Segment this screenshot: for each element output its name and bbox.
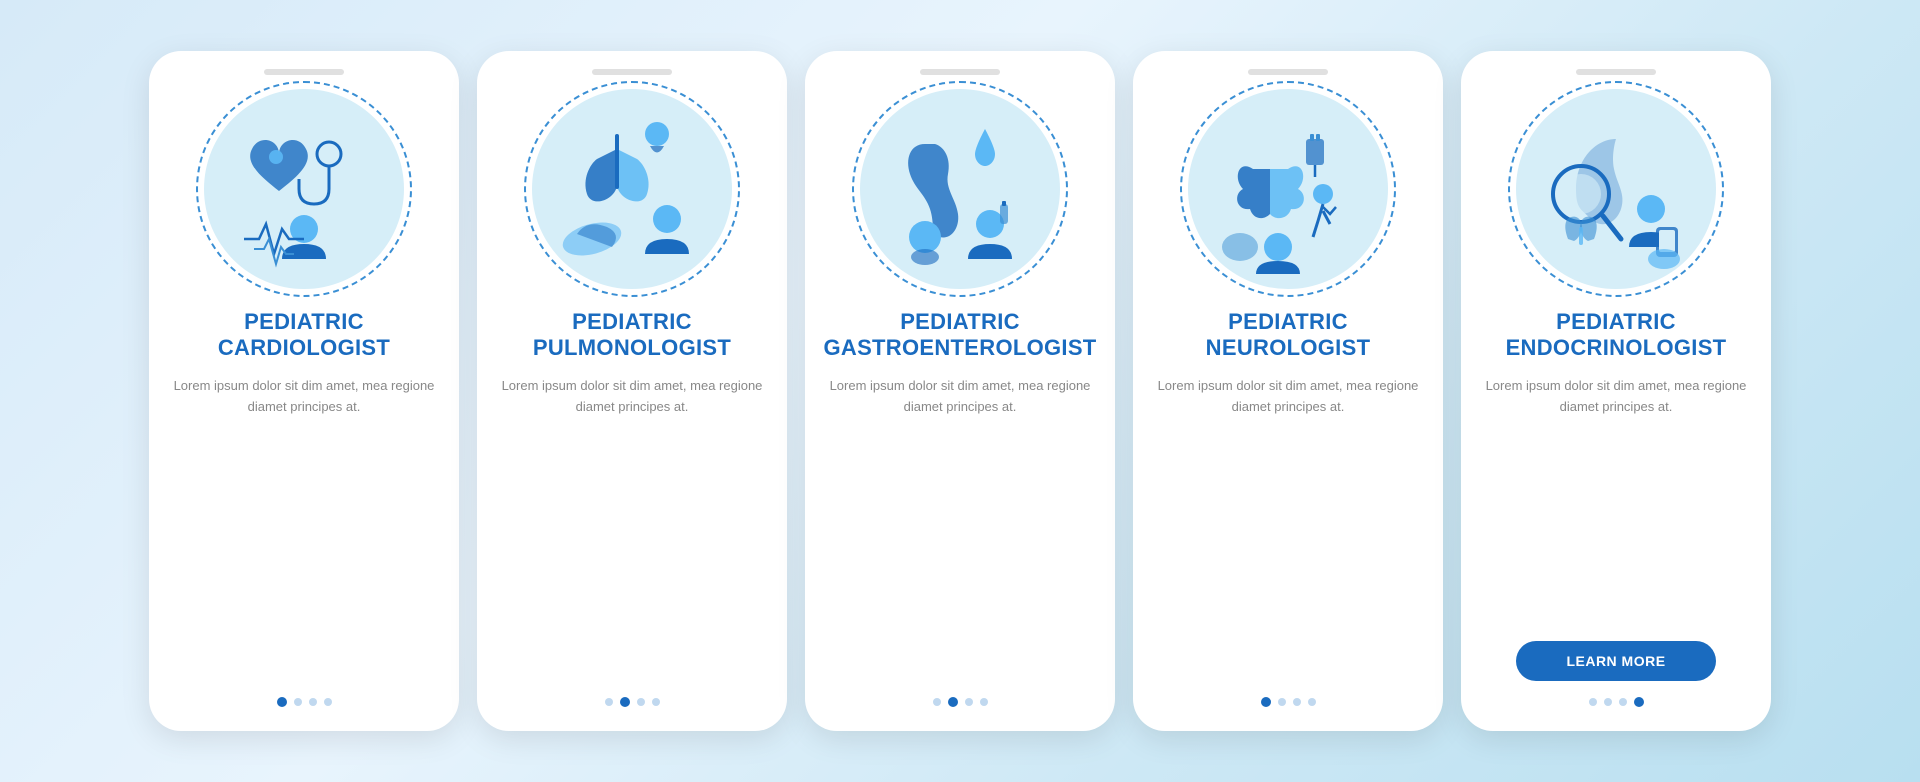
dot-3 <box>1293 698 1301 706</box>
phone-notch <box>1248 69 1328 75</box>
card-title-pulmonologist: PEDIATRICPULMONOLOGIST <box>533 309 731 362</box>
card-neurologist: PEDIATRICNEUROLOGIST Lorem ipsum dolor s… <box>1133 51 1443 731</box>
card-title-neurologist: PEDIATRICNEUROLOGIST <box>1206 309 1371 362</box>
dots-pulmonologist <box>605 697 660 707</box>
card-desc-cardiologist: Lorem ipsum dolor sit dim amet, mea regi… <box>169 376 439 677</box>
dot-3 <box>309 698 317 706</box>
dots-cardiologist <box>277 697 332 707</box>
card-gastroenterologist: PEDIATRICGASTROENTEROLOGIST Lorem ipsum … <box>805 51 1115 731</box>
card-desc-gastroenterologist: Lorem ipsum dolor sit dim amet, mea regi… <box>825 376 1095 677</box>
dot-1 <box>605 698 613 706</box>
dot-2 <box>1604 698 1612 706</box>
card-title-gastroenterologist: PEDIATRICGASTROENTEROLOGIST <box>823 309 1096 362</box>
phone-notch <box>264 69 344 75</box>
card-pulmonologist: PEDIATRICPULMONOLOGIST Lorem ipsum dolor… <box>477 51 787 731</box>
illustration-gastroenterologist <box>860 89 1060 289</box>
dot-4 <box>324 698 332 706</box>
phone-notch <box>592 69 672 75</box>
card-title-cardiologist: PEDIATRICCARDIOLOGIST <box>218 309 390 362</box>
dots-neurologist <box>1261 697 1316 707</box>
dot-4 <box>980 698 988 706</box>
dot-3 <box>1619 698 1627 706</box>
dot-1 <box>1261 697 1271 707</box>
card-desc-pulmonologist: Lorem ipsum dolor sit dim amet, mea regi… <box>497 376 767 677</box>
dot-4 <box>652 698 660 706</box>
dot-2 <box>1278 698 1286 706</box>
card-title-endocrinologist: PEDIATRICENDOCRINOLOGIST <box>1506 309 1727 362</box>
dot-2 <box>620 697 630 707</box>
dots-endocrinologist <box>1589 697 1644 707</box>
illustration-cardiologist <box>204 89 404 289</box>
dot-1 <box>1589 698 1597 706</box>
dot-1 <box>933 698 941 706</box>
dot-1 <box>277 697 287 707</box>
dot-4 <box>1308 698 1316 706</box>
illustration-endocrinologist <box>1516 89 1716 289</box>
illustration-neurologist <box>1188 89 1388 289</box>
card-endocrinologist: PEDIATRICENDOCRINOLOGIST Lorem ipsum dol… <box>1461 51 1771 731</box>
phone-notch <box>920 69 1000 75</box>
dot-3 <box>965 698 973 706</box>
dot-2 <box>948 697 958 707</box>
card-cardiologist: PEDIATRICCARDIOLOGIST Lorem ipsum dolor … <box>149 51 459 731</box>
dots-gastroenterologist <box>933 697 988 707</box>
dot-2 <box>294 698 302 706</box>
dot-4 <box>1634 697 1644 707</box>
dot-3 <box>637 698 645 706</box>
illustration-pulmonologist <box>532 89 732 289</box>
card-desc-endocrinologist: Lorem ipsum dolor sit dim amet, mea regi… <box>1481 376 1751 621</box>
learn-more-button[interactable]: LEARN MORE <box>1516 641 1716 681</box>
phone-notch <box>1576 69 1656 75</box>
cards-container: PEDIATRICCARDIOLOGIST Lorem ipsum dolor … <box>129 31 1791 751</box>
card-desc-neurologist: Lorem ipsum dolor sit dim amet, mea regi… <box>1153 376 1423 677</box>
